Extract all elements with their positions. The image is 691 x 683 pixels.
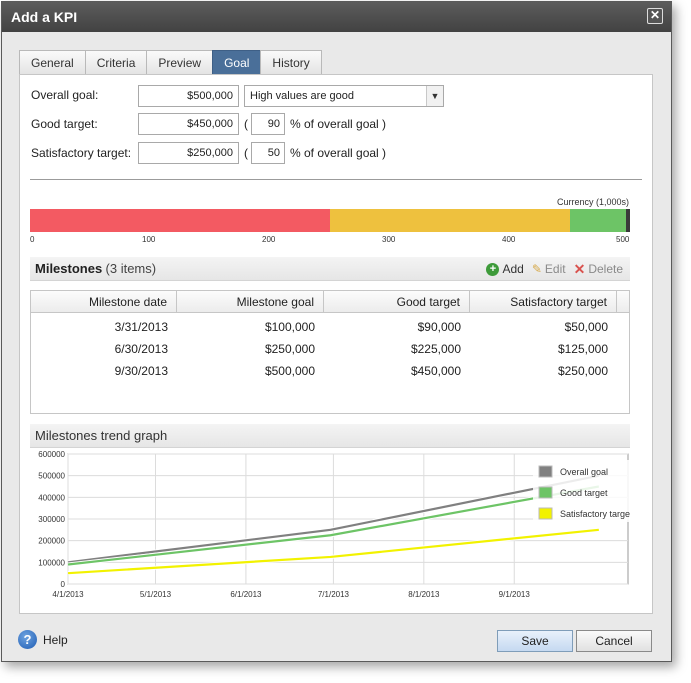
y-tick-label: 600000 (38, 450, 65, 459)
milestones-table: Milestone date Milestone goal Good targe… (30, 290, 630, 414)
range-tick-label: 0 (30, 235, 35, 244)
goal-panel: Overall goal: $500,000 High values are g… (19, 74, 653, 614)
table-row[interactable]: 9/30/2013 $500,000 $450,000 $250,000 (31, 360, 617, 382)
chevron-down-icon[interactable]: ▼ (426, 86, 443, 106)
good-target-cell: $450,000 (410, 364, 461, 378)
help-label: Help (43, 633, 68, 647)
x-tick-label: 4/1/2013 (52, 590, 84, 599)
pencil-icon: ✎ (531, 262, 542, 276)
delete-icon: ✕ (573, 261, 586, 277)
good-target-label: Good target: (31, 117, 98, 131)
legend-swatch (538, 486, 553, 499)
tab-goal[interactable]: Goal (212, 50, 262, 75)
x-tick-label: 5/1/2013 (140, 590, 172, 599)
trend-chart-area: 0 100000 200000 300000 400000 500000 600000 4/1… (30, 448, 633, 634)
satisfactory-target-open-paren: ( (244, 146, 248, 160)
add-milestone-button[interactable]: + Add (486, 257, 524, 281)
x-tick-label: 7/1/2013 (318, 590, 350, 599)
x-tick-label: 6/1/2013 (230, 590, 262, 599)
column-header-milestone-goal[interactable]: Milestone goal (177, 291, 324, 313)
range-tick-label: 500 (616, 235, 630, 244)
overall-goal-input[interactable]: $500,000 (138, 85, 239, 107)
y-tick-label: 100000 (38, 558, 65, 567)
x-tick-label: 9/1/2013 (499, 590, 531, 599)
tab-criteria[interactable]: Criteria (84, 50, 148, 75)
delete-milestone-button[interactable]: ✕ Delete (574, 257, 623, 281)
milestone-date-cell: 3/31/2013 (114, 320, 168, 334)
tab-preview[interactable]: Preview (146, 50, 214, 75)
column-header-milestone-date[interactable]: Milestone date (31, 291, 177, 313)
range-tick-label: 400 (502, 235, 516, 244)
good-target-cell: $90,000 (417, 320, 461, 334)
satisfactory-target-input[interactable]: $250,000 (138, 142, 239, 164)
milestones-header: Milestones (3 items) + Add ✎ Edit ✕ Dele… (30, 257, 630, 281)
cancel-button[interactable]: Cancel (576, 630, 652, 652)
tab-general[interactable]: General (19, 50, 86, 75)
legend-label: Overall goal (560, 467, 608, 477)
milestone-date-cell: 6/30/2013 (114, 342, 168, 356)
range-tick-label: 300 (382, 235, 396, 244)
column-header-satisfactory-target[interactable]: Satisfactory target (470, 291, 617, 313)
overall-goal-label: Overall goal: (31, 88, 99, 102)
range-tick-label: 200 (262, 235, 276, 244)
good-target-percent-input[interactable]: 90 (251, 113, 285, 135)
table-header: Milestone date Milestone goal Good targe… (31, 291, 629, 313)
y-tick-label: 500000 (38, 472, 65, 481)
satisfactory-target-cell: $250,000 (557, 364, 608, 378)
dialog-title: Add a KPI (11, 9, 78, 25)
edit-label: Edit (544, 262, 566, 276)
table-row[interactable]: 6/30/2013 $250,000 $225,000 $125,000 (31, 338, 617, 360)
tab-history[interactable]: History (260, 50, 322, 75)
milestone-date-cell: 9/30/2013 (114, 364, 168, 378)
dialog-titlebar: Add a KPI ✕ (2, 2, 671, 32)
y-tick-label: 200000 (38, 537, 65, 546)
range-tick-label: 100 (142, 235, 156, 244)
add-icon: + (486, 262, 500, 276)
good-target-input[interactable]: $450,000 (138, 113, 239, 135)
divider (30, 179, 642, 180)
milestone-goal-cell: $250,000 (264, 342, 315, 356)
column-header-good-target[interactable]: Good target (324, 291, 470, 313)
milestone-goal-cell: $100,000 (264, 320, 315, 334)
add-label: Add (502, 262, 524, 276)
currency-label: Currency (1,000s) (556, 197, 629, 207)
satisfactory-target-cell: $50,000 (564, 320, 608, 334)
legend-label: Good target (560, 488, 608, 498)
add-kpi-dialog: Add a KPI ✕ General Criteria Preview Goa… (1, 1, 672, 662)
delete-label: Delete (588, 262, 623, 276)
milestones-count: (3 items) (105, 261, 157, 276)
milestone-goal-cell: $500,000 (264, 364, 315, 378)
range-segment (30, 209, 330, 232)
help-icon: ? (18, 630, 37, 649)
legend-swatch (538, 507, 553, 520)
direction-select[interactable]: High values are good ▼ (244, 85, 444, 107)
trend-graph-title: Milestones trend graph (35, 428, 168, 443)
x-tick-label: 8/1/2013 (408, 590, 440, 599)
trend-chart: 0 100000 200000 300000 400000 500000 600000 4/1… (38, 450, 633, 599)
save-button[interactable]: Save (497, 630, 573, 652)
y-tick-label: 400000 (38, 493, 65, 502)
tab-strip: General Criteria Preview Goal History (19, 50, 322, 75)
range-segment (570, 209, 627, 232)
y-tick-label: 300000 (38, 515, 65, 524)
trend-graph-header: Milestones trend graph (30, 424, 630, 448)
range-segment (626, 209, 630, 232)
satisfactory-target-percent-suffix: % of overall goal ) (290, 146, 387, 160)
edit-milestone-button[interactable]: ✎ Edit (532, 257, 566, 281)
direction-select-value: High values are good (250, 90, 354, 102)
good-target-percent-suffix: % of overall goal ) (290, 117, 387, 131)
good-target-cell: $225,000 (410, 342, 461, 356)
range-segment (330, 209, 570, 232)
good-target-open-paren: ( (244, 117, 248, 131)
table-row[interactable]: 3/31/2013 $100,000 $90,000 $50,000 (31, 316, 617, 338)
satisfactory-target-label: Satisfactory target: (31, 146, 132, 160)
legend-swatch (538, 465, 553, 478)
satisfactory-target-cell: $125,000 (557, 342, 608, 356)
close-icon[interactable]: ✕ (647, 8, 663, 24)
milestones-title: Milestones (35, 261, 103, 276)
legend-label: Satisfactory target (560, 509, 630, 519)
satisfactory-target-percent-input[interactable]: 50 (251, 142, 285, 164)
y-tick-label: 0 (61, 580, 66, 589)
